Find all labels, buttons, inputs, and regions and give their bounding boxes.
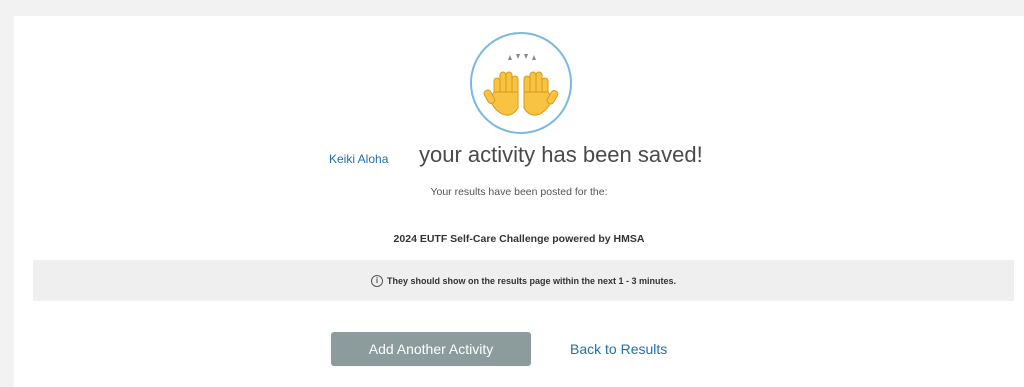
user-name-link[interactable]: Keiki Aloha bbox=[329, 152, 388, 166]
confirmation-card: Keiki Aloha your activity has been saved… bbox=[14, 16, 1024, 387]
back-to-results-link[interactable]: Back to Results bbox=[570, 341, 667, 357]
results-posted-text: Your results have been posted for the: bbox=[430, 186, 608, 198]
raising-hands-icon bbox=[470, 32, 572, 134]
notice-text: They should show on the results page wit… bbox=[386, 275, 677, 286]
results-timing-notice: i They should show on the results page w… bbox=[33, 260, 1014, 301]
challenge-name: 2024 EUTF Self-Care Challenge powered by… bbox=[393, 233, 645, 245]
info-icon: i bbox=[370, 274, 383, 287]
confirmation-headline: your activity has been saved! bbox=[419, 142, 703, 167]
add-another-activity-button[interactable]: Add Another Activity bbox=[331, 332, 531, 366]
